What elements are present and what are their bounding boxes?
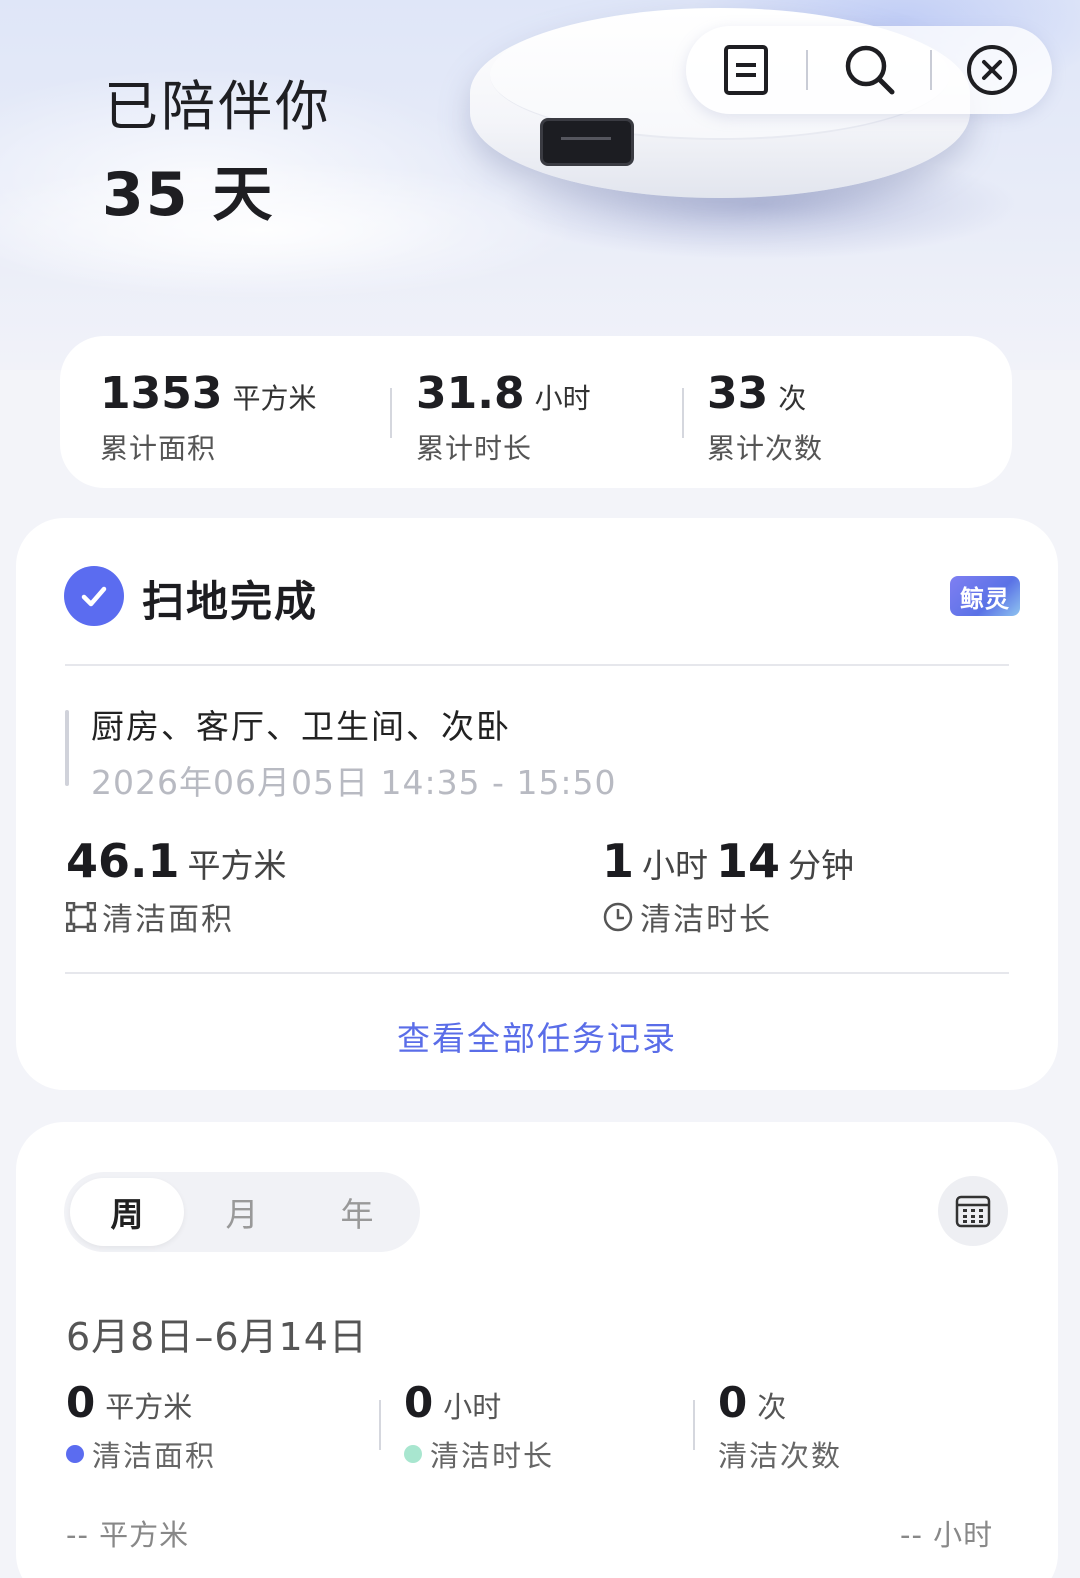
report-duration: 0 小时 清洁时长 [404,1378,554,1475]
cumulative-count-label: 累计次数 [707,432,824,465]
cumulative-count-unit: 次 [778,382,807,415]
task-duration-hours: 1 [602,834,635,888]
stat-divider [379,1400,381,1450]
last-task-card[interactable]: 扫地完成 鲸灵 厨房、客厅、卫生间、次卧 2026年06月05日 14:35 -… [16,518,1058,1090]
hero-title: 已陪伴你 [104,75,332,138]
task-time-range: 2026年06月05日 14:35 - 15:50 [91,763,617,802]
task-area-label: 清洁面积 [102,902,234,938]
hero-background-wave [0,160,580,300]
task-duration: 1 小时 14 分钟 清洁时长 [602,834,862,939]
tab-year[interactable]: 年 [300,1178,414,1246]
cumulative-duration-label: 累计时长 [416,432,533,465]
chart-axis-left-label: -- 平方米 [66,1518,190,1552]
report-area-label: 清洁面积 [92,1439,217,1473]
brand-badge: 鲸灵 [950,576,1020,616]
cumulative-duration-value: 31.8 [416,368,525,419]
view-all-tasks-link[interactable]: 查看全部任务记录 [16,1012,1058,1060]
tab-month[interactable]: 月 [185,1178,299,1246]
search-button[interactable] [822,26,918,114]
report-area-label-row: 清洁面积 [66,1433,216,1475]
calendar-icon [955,1195,991,1228]
task-rooms: 厨房、客厅、卫生间、次卧 [91,707,511,746]
area-legend-dot [66,1445,84,1463]
stat-divider [693,1400,695,1450]
action-separator [930,50,932,90]
chart-axis-right-label: -- 小时 [900,1518,994,1552]
tab-week[interactable]: 周 [70,1178,184,1246]
document-icon [724,45,768,95]
robot-vacuum-sensor [540,118,634,166]
report-duration-label-row: 清洁时长 [404,1433,554,1475]
cumulative-area-unit: 平方米 [232,382,317,415]
report-count-value: 0 [718,1378,748,1427]
action-separator [806,50,808,90]
cumulative-duration: 31.8 小时 累计时长 [416,368,591,467]
report-count: 0次 清洁次数 [718,1378,842,1475]
cumulative-count-value: 33 [707,368,769,419]
cumulative-summary: 1353 平方米 累计面积 31.8 小时 累计时长 33 次 累计次数 [60,336,1012,488]
report-area-value: 0 [66,1378,96,1427]
cumulative-duration-unit: 小时 [534,382,591,415]
divider [65,972,1009,974]
report-count-label: 清洁次数 [718,1439,843,1473]
stat-divider [682,388,684,438]
task-area: 46.1 平方米 清洁面积 [66,834,295,939]
area-frame-icon [66,901,96,932]
cumulative-area: 1353 平方米 累计面积 [100,368,316,467]
report-count-unit: 次 [757,1390,787,1424]
close-circle-icon [967,45,1017,95]
report-count-label-row: 清洁次数 [718,1433,842,1475]
report-area-unit: 平方米 [105,1390,193,1424]
period-segmented-control: 周 月 年 [64,1172,420,1252]
task-duration-minutes: 14 [716,834,781,888]
document-button[interactable] [698,26,794,114]
cumulative-area-value: 1353 [100,368,223,419]
search-icon [845,45,895,95]
clock-icon [603,902,633,931]
companion-days: 35 天 [102,160,275,230]
report-duration-unit: 小时 [443,1390,502,1424]
task-area-label-row: 清洁面积 [66,894,295,939]
report-duration-value: 0 [404,1378,434,1427]
close-button[interactable] [944,26,1040,114]
report-card: 周 月 年 6月8日–6月14日 0 平方米 清洁面积 0 小时 清洁时长 0 … [16,1122,1058,1578]
report-area: 0 平方米 清洁面积 [66,1378,216,1475]
task-duration-minutes-unit: 分钟 [788,846,855,885]
report-duration-label: 清洁时长 [430,1439,555,1473]
duration-legend-dot [404,1445,422,1463]
divider [65,664,1009,666]
task-area-value: 46.1 [66,834,180,888]
task-status-title: 扫地完成 [142,577,319,626]
stat-divider [390,388,392,438]
task-area-unit: 平方米 [187,846,287,885]
cumulative-area-label: 累计面积 [100,432,217,465]
task-accent-bar [65,710,69,786]
task-duration-hours-unit: 小时 [642,846,709,885]
task-duration-label-row: 清洁时长 [602,894,862,939]
report-date-range: 6月8日–6月14日 [66,1315,368,1359]
calendar-button[interactable] [938,1176,1008,1246]
check-circle-icon [64,566,124,626]
task-duration-label: 清洁时长 [640,902,772,938]
cumulative-count: 33 次 累计次数 [707,368,823,467]
